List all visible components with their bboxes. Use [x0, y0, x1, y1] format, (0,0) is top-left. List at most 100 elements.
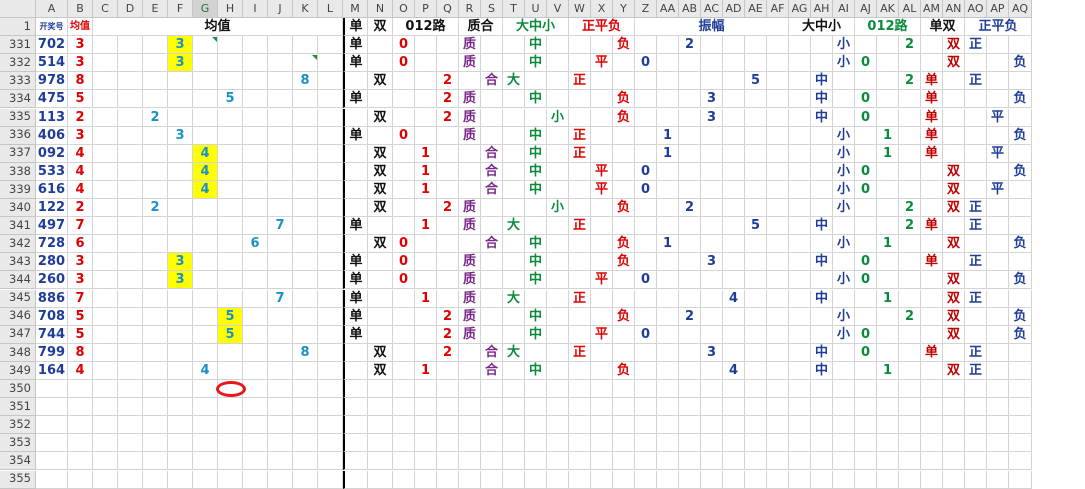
empty-cell[interactable] [318, 325, 343, 344]
empty-cell[interactable] [613, 343, 635, 362]
empty-cell[interactable] [318, 416, 343, 435]
empty-cell[interactable] [437, 126, 459, 145]
empty-cell[interactable] [679, 54, 701, 73]
empty-cell[interactable] [635, 307, 657, 326]
empty-cell[interactable] [899, 289, 921, 308]
draw-number-cell[interactable]: 260 [36, 271, 68, 290]
empty-cell[interactable] [701, 271, 723, 290]
empty-cell[interactable] [243, 199, 268, 218]
empty-cell[interactable] [243, 126, 268, 145]
route2-cell[interactable]: 2 [899, 199, 921, 218]
empty-cell[interactable] [118, 361, 143, 380]
empty-cell[interactable] [547, 380, 569, 399]
column-header-u[interactable]: U [525, 0, 547, 18]
empty-cell[interactable] [481, 217, 503, 236]
row-header[interactable]: 345 [0, 289, 36, 308]
empty-cell[interactable] [118, 235, 143, 254]
empty-cell[interactable] [965, 452, 987, 471]
empty-cell[interactable] [503, 199, 525, 218]
empty-cell[interactable] [811, 126, 833, 145]
empty-cell[interactable] [701, 235, 723, 254]
column-header-af[interactable]: AF [767, 0, 789, 18]
empty-cell[interactable] [68, 470, 93, 489]
empty-cell[interactable] [393, 398, 415, 417]
sign2-cell[interactable]: 正 [965, 217, 987, 236]
empty-cell[interactable] [679, 416, 701, 435]
empty-cell[interactable] [168, 217, 193, 236]
empty-cell[interactable] [943, 380, 965, 399]
prime-composite-cell[interactable]: 质 [459, 90, 481, 109]
draw-number-cell[interactable]: 799 [36, 343, 68, 362]
empty-cell[interactable] [459, 470, 481, 489]
route-cell[interactable]: 2 [437, 108, 459, 127]
empty-cell[interactable] [36, 434, 68, 453]
empty-cell[interactable] [459, 361, 481, 380]
empty-cell[interactable] [745, 36, 767, 55]
column-header-l[interactable]: L [318, 0, 343, 18]
empty-cell[interactable] [503, 126, 525, 145]
empty-cell[interactable] [921, 452, 943, 471]
empty-cell[interactable] [987, 54, 1009, 73]
average-position-cell[interactable]: 4 [193, 162, 218, 181]
empty-cell[interactable] [833, 398, 855, 417]
empty-cell[interactable] [93, 289, 118, 308]
sign2-cell[interactable]: 正 [965, 343, 987, 362]
empty-cell[interactable] [68, 380, 93, 399]
empty-cell[interactable] [343, 452, 368, 471]
empty-cell[interactable] [591, 307, 613, 326]
sign-cell[interactable]: 负 [613, 90, 635, 109]
empty-cell[interactable] [877, 108, 899, 127]
header-prime-group[interactable]: 质合 [459, 18, 503, 37]
header-route-group[interactable]: 012路 [393, 18, 459, 37]
empty-cell[interactable] [613, 289, 635, 308]
row-header[interactable]: 332 [0, 54, 36, 73]
empty-cell[interactable] [811, 54, 833, 73]
empty-cell[interactable] [193, 470, 218, 489]
empty-cell[interactable] [943, 398, 965, 417]
empty-cell[interactable] [657, 289, 679, 308]
column-header-o[interactable]: O [393, 0, 415, 18]
empty-cell[interactable] [833, 90, 855, 109]
size2-cell[interactable]: 中 [811, 72, 833, 91]
empty-cell[interactable] [591, 253, 613, 272]
empty-cell[interactable] [118, 289, 143, 308]
empty-cell[interactable] [877, 180, 899, 199]
empty-cell[interactable] [745, 199, 767, 218]
empty-cell[interactable] [143, 416, 168, 435]
empty-cell[interactable] [921, 416, 943, 435]
empty-cell[interactable] [318, 434, 343, 453]
column-header-ae[interactable]: AE [745, 0, 767, 18]
empty-cell[interactable] [503, 108, 525, 127]
empty-cell[interactable] [343, 180, 368, 199]
empty-cell[interactable] [193, 380, 218, 399]
empty-cell[interactable] [811, 307, 833, 326]
empty-cell[interactable] [218, 289, 243, 308]
empty-cell[interactable] [745, 162, 767, 181]
empty-cell[interactable] [118, 90, 143, 109]
empty-cell[interactable] [921, 325, 943, 344]
empty-cell[interactable] [613, 144, 635, 163]
empty-cell[interactable] [657, 271, 679, 290]
empty-cell[interactable] [701, 199, 723, 218]
empty-cell[interactable] [701, 380, 723, 399]
header-odd[interactable]: 单 [343, 18, 368, 37]
empty-cell[interactable] [635, 36, 657, 55]
prime-composite-cell[interactable]: 合 [481, 162, 503, 181]
sign-cell[interactable]: 正 [569, 217, 591, 236]
average-cell[interactable]: 8 [68, 343, 93, 362]
empty-cell[interactable] [635, 452, 657, 471]
empty-cell[interactable] [547, 54, 569, 73]
empty-cell[interactable] [679, 108, 701, 127]
empty-cell[interactable] [243, 343, 268, 362]
size-cell[interactable]: 中 [525, 271, 547, 290]
empty-cell[interactable] [789, 398, 811, 417]
empty-cell[interactable] [481, 325, 503, 344]
empty-cell[interactable] [318, 199, 343, 218]
amplitude-cell[interactable]: 5 [745, 72, 767, 91]
empty-cell[interactable] [503, 380, 525, 399]
empty-cell[interactable] [547, 343, 569, 362]
draw-number-cell[interactable]: 616 [36, 180, 68, 199]
empty-cell[interactable] [635, 289, 657, 308]
empty-cell[interactable] [965, 398, 987, 417]
sign-cell[interactable]: 负 [613, 108, 635, 127]
